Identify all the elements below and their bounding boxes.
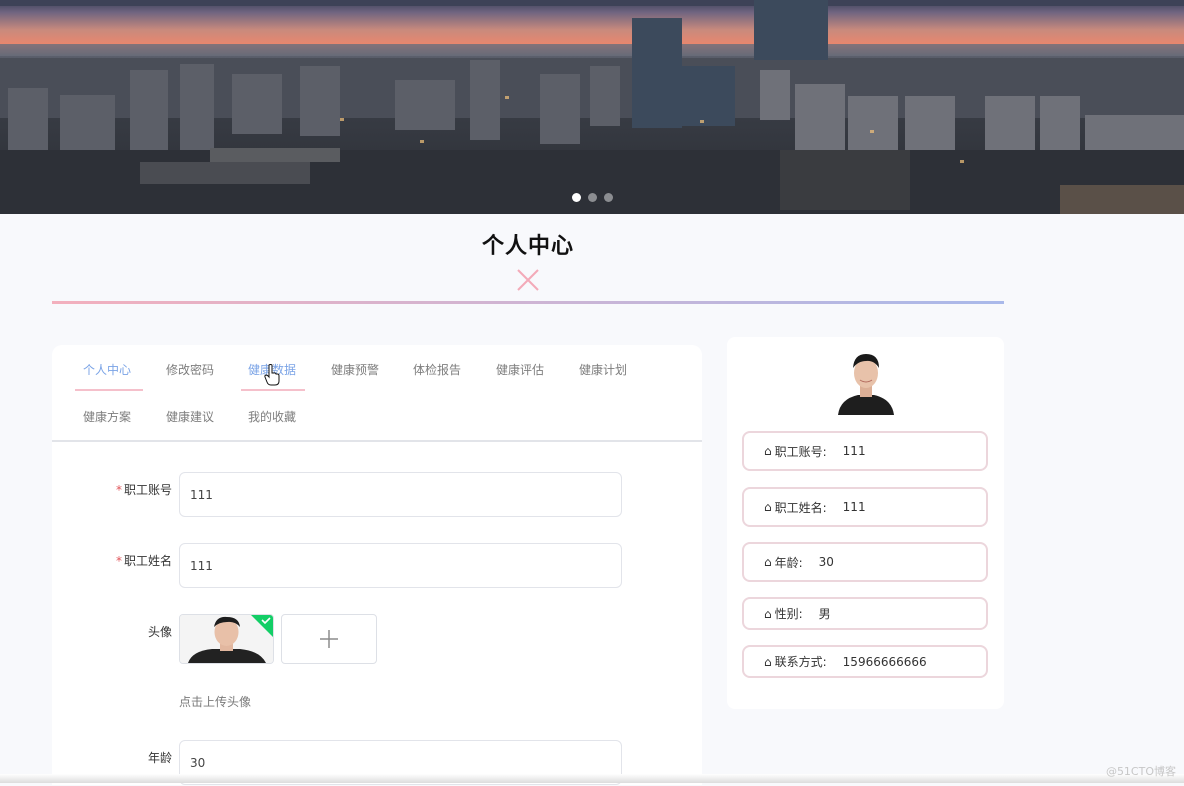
tab-bar: 个人中心 修改密码 健康数据 健康预警 体检报告 健康评估 健康计划 健康方案 … (52, 345, 702, 442)
required-asterisk: * (115, 483, 122, 497)
tab-health-plan[interactable]: 健康计划 (579, 361, 627, 378)
avatar-upload-button[interactable] (281, 614, 377, 664)
tab-health-assessment[interactable]: 健康评估 (496, 361, 544, 378)
profile-row-employee-name: ⌂ 职工姓名: 111 (742, 487, 988, 527)
bottom-scroll-strip (0, 774, 1184, 783)
avatar-upload-hint: 点击上传头像 (179, 695, 252, 709)
personal-center-panel: 个人中心 修改密码 健康数据 健康预警 体检报告 健康评估 健康计划 健康方案 … (52, 345, 702, 785)
tab-checkup-report[interactable]: 体检报告 (413, 361, 461, 378)
carousel-dot-1[interactable] (571, 193, 581, 202)
close-cross-decoration-icon (517, 269, 539, 291)
tab-health-scheme[interactable]: 健康方案 (83, 408, 131, 425)
tab-personal-center[interactable]: 个人中心 (83, 361, 131, 378)
tab-my-favorites[interactable]: 我的收藏 (248, 408, 296, 425)
carousel-dots (0, 193, 1184, 202)
upload-success-icon (251, 615, 273, 637)
employee-no-label: * 职工账号 (115, 483, 172, 497)
hero-banner (0, 0, 1184, 214)
hand-pointer-cursor-icon (264, 364, 280, 386)
tab-hover-underline (241, 389, 305, 391)
employee-name-input[interactable]: 111 (179, 543, 622, 588)
home-icon: ⌂ (764, 555, 772, 569)
employee-no-input[interactable]: 111 (179, 472, 622, 517)
avatar-thumbnail[interactable] (179, 614, 274, 664)
profile-summary-card: ⌂ 职工账号: 111 ⌂ 职工姓名: 111 ⌂ 年龄: 30 ⌂ 性别: 男… (727, 337, 1004, 709)
city-skyline-image (0, 0, 1184, 214)
carousel-dot-2[interactable] (587, 193, 597, 202)
profile-row-age: ⌂ 年龄: 30 (742, 542, 988, 582)
page-title: 个人中心 (481, 234, 574, 259)
profile-row-employee-no: ⌂ 职工账号: 111 (742, 431, 988, 471)
tab-active-underline (75, 389, 143, 391)
tab-change-password[interactable]: 修改密码 (166, 361, 214, 378)
tab-health-advice[interactable]: 健康建议 (166, 408, 214, 425)
home-icon: ⌂ (764, 606, 772, 621)
home-icon: ⌂ (764, 444, 772, 458)
profile-row-gender: ⌂ 性别: 男 (742, 597, 988, 630)
home-icon: ⌂ (764, 500, 772, 514)
required-asterisk: * (115, 554, 122, 568)
home-icon: ⌂ (764, 654, 772, 669)
title-divider (52, 301, 1004, 304)
age-label: 年龄 (147, 751, 172, 765)
profile-avatar (838, 354, 894, 415)
tab-health-warning[interactable]: 健康预警 (331, 361, 379, 378)
carousel-dot-3[interactable] (603, 193, 613, 202)
avatar-label: 头像 (147, 625, 172, 639)
profile-row-contact: ⌂ 联系方式: 15966666666 (742, 645, 988, 678)
plus-icon (320, 630, 338, 648)
employee-name-label: * 职工姓名 (115, 554, 172, 568)
watermark: @51CTO博客 (1105, 765, 1176, 778)
